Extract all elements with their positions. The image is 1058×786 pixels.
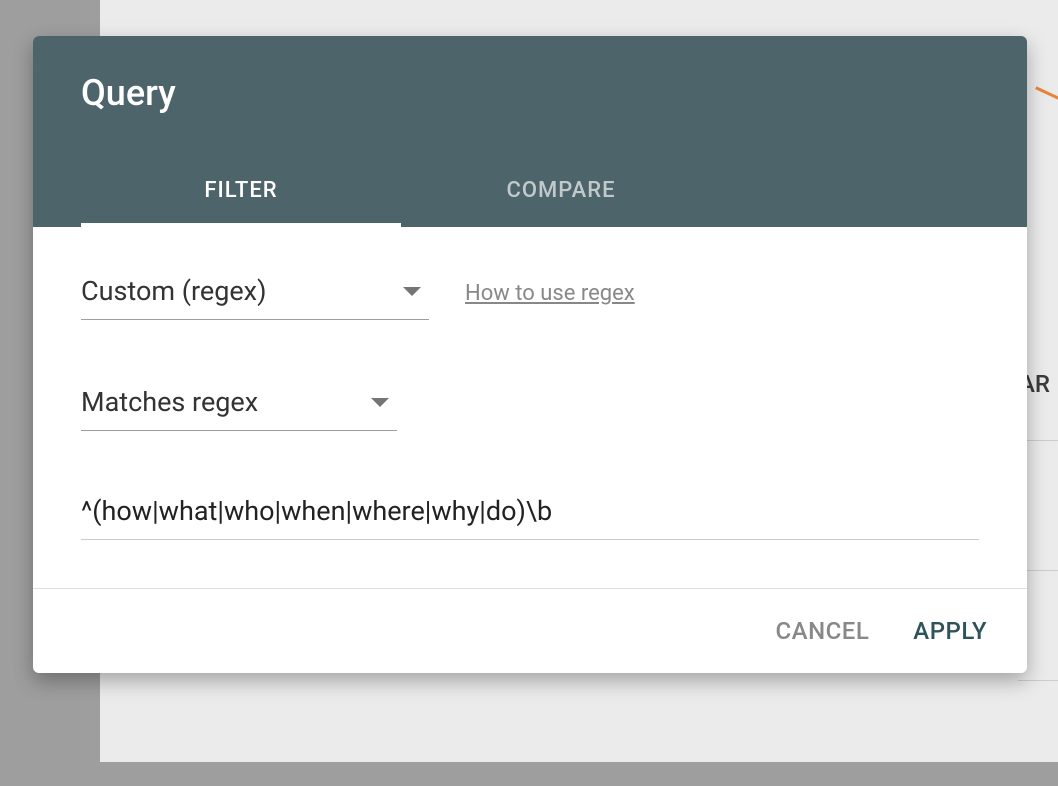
background-divider bbox=[1018, 680, 1058, 681]
match-type-row: Matches regex bbox=[81, 378, 979, 431]
apply-button[interactable]: APPLY bbox=[913, 617, 987, 645]
filter-type-select[interactable]: Custom (regex) bbox=[81, 267, 429, 320]
modal-header: Query FILTER COMPARE bbox=[33, 36, 1027, 227]
regex-input-row bbox=[81, 489, 979, 540]
tab-bar: FILTER COMPARE bbox=[81, 158, 979, 227]
tab-compare[interactable]: COMPARE bbox=[401, 158, 721, 227]
filter-type-value: Custom (regex) bbox=[81, 275, 266, 307]
modal-title: Query bbox=[81, 72, 979, 114]
query-modal: Query FILTER COMPARE Custom (regex) How … bbox=[33, 36, 1027, 673]
chevron-down-icon bbox=[371, 398, 389, 407]
filter-type-row: Custom (regex) How to use regex bbox=[81, 267, 979, 320]
modal-footer: CANCEL APPLY bbox=[33, 588, 1027, 673]
tab-filter[interactable]: FILTER bbox=[81, 158, 401, 227]
match-type-select[interactable]: Matches regex bbox=[81, 378, 397, 431]
chevron-down-icon bbox=[403, 287, 421, 296]
regex-help-link[interactable]: How to use regex bbox=[465, 281, 635, 306]
match-type-value: Matches regex bbox=[81, 386, 258, 418]
regex-input[interactable] bbox=[81, 489, 979, 540]
cancel-button[interactable]: CANCEL bbox=[776, 617, 870, 645]
modal-body: Custom (regex) How to use regex Matches … bbox=[33, 227, 1027, 588]
